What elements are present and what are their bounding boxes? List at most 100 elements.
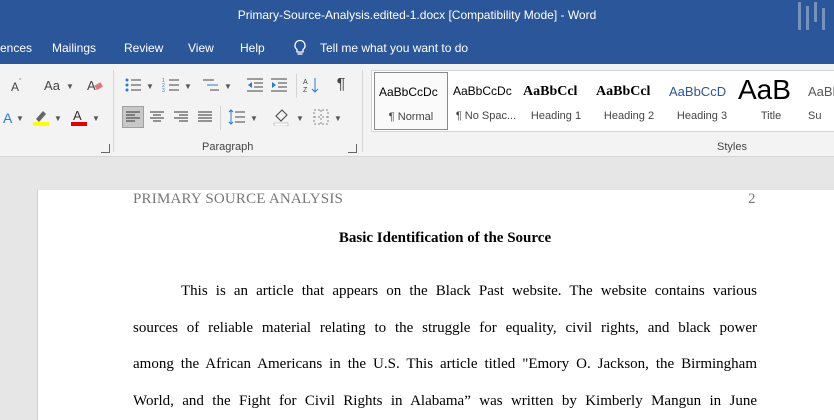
section-heading: Basic Identification of the Source <box>338 230 552 246</box>
paint-bucket-icon <box>273 109 289 126</box>
paragraph-group-label: Paragraph <box>202 141 254 153</box>
align-center-button[interactable] <box>146 106 168 128</box>
numbering-button[interactable]: 123 <box>160 74 182 96</box>
style-name: Heading 1 <box>530 110 582 122</box>
style-name: ¶ Normal <box>388 111 434 123</box>
increase-indent-button[interactable] <box>268 74 290 96</box>
style-name: Heading 2 <box>603 110 655 122</box>
change-case-button[interactable]: Aa <box>38 74 66 96</box>
style-preview: AaBbCcDc <box>379 85 438 99</box>
svg-text:A: A <box>73 108 82 123</box>
tab-review[interactable]: Review <box>124 41 163 55</box>
sort-button[interactable]: AZ <box>300 74 322 96</box>
style-preview: AaB <box>738 74 791 105</box>
style-preview: AaBl <box>808 84 834 99</box>
group-separator <box>296 74 297 98</box>
style-normal[interactable]: AaBbCcDc ¶ Normal <box>374 72 448 130</box>
show-formatting-button[interactable]: ¶ <box>330 74 352 96</box>
body-text-line: World, and the Fight for Civil Rights in… <box>133 393 757 409</box>
line-spacing-icon <box>228 109 245 125</box>
decrease-indent-button[interactable] <box>244 74 266 96</box>
numbered-list-icon: 123 <box>162 78 179 93</box>
font-dialog-launcher-icon[interactable] <box>101 144 110 153</box>
svg-text:Z: Z <box>303 87 308 94</box>
body-text-line: among the African Americans in the U.S. … <box>133 356 757 372</box>
justify-icon <box>198 111 212 122</box>
pilcrow-icon: ¶ <box>336 76 346 93</box>
eraser-icon: A <box>87 78 103 93</box>
chevron-down-icon: ▼ <box>146 82 154 91</box>
style-preview: AaBbCcl <box>596 84 651 99</box>
group-separator <box>362 70 363 152</box>
chevron-down-icon: ▼ <box>224 82 232 91</box>
ribbon-tabs: ences Mailings Review View Help Tell me … <box>0 32 834 64</box>
tab-view[interactable]: View <box>188 41 214 55</box>
shrink-font-button[interactable]: Aˇ <box>6 74 28 96</box>
highlight-color-button[interactable] <box>30 106 52 128</box>
title-bar: Primary-Source-Analysis.edited-1.docx [C… <box>0 0 834 32</box>
tell-me-search[interactable]: Tell me what you want to do <box>320 41 468 55</box>
chevron-down-icon: ▼ <box>296 114 304 123</box>
chevron-down-icon: ▼ <box>16 114 24 123</box>
body-text-line: sources of reliable material relating to… <box>133 320 757 336</box>
style-title[interactable]: AaB Title <box>734 72 808 130</box>
decorative-pattern-icon <box>798 2 825 30</box>
bullet-list-icon <box>125 78 141 92</box>
style-subtitle[interactable]: AaBl Su <box>804 72 834 130</box>
font-color-button[interactable]: A <box>68 106 90 128</box>
body-text-line: This is an article that appears on the B… <box>181 283 757 299</box>
style-name: ¶ No Spac... <box>455 110 517 122</box>
styles-gallery: AaBbCcDc ¶ Normal AaBbCcDc ¶ No Spac... … <box>371 70 834 132</box>
tab-mailings[interactable]: Mailings <box>52 41 96 55</box>
svg-text:A: A <box>11 80 19 93</box>
group-separator <box>113 70 114 152</box>
justify-button[interactable] <box>194 106 216 128</box>
align-right-button[interactable] <box>170 106 192 128</box>
svg-text:A: A <box>303 79 308 86</box>
style-heading-1[interactable]: AaBbCcl Heading 1 <box>519 72 593 130</box>
window-title: Primary-Source-Analysis.edited-1.docx [C… <box>237 8 597 22</box>
document-background <box>0 157 834 190</box>
svg-text:A: A <box>3 110 13 125</box>
tab-references[interactable]: ences <box>0 41 32 55</box>
tab-help[interactable]: Help <box>240 41 265 55</box>
align-left-button[interactable] <box>122 106 144 128</box>
font-color-icon: A <box>71 108 87 126</box>
clear-formatting-button[interactable]: A <box>84 74 106 96</box>
svg-text:ˇ: ˇ <box>19 79 22 86</box>
chevron-down-icon: ▼ <box>54 114 62 123</box>
highlighter-icon <box>33 111 49 126</box>
shading-button[interactable] <box>270 106 292 128</box>
bullets-button[interactable] <box>122 74 144 96</box>
borders-icon <box>313 109 329 125</box>
chevron-down-icon: ▼ <box>66 82 74 91</box>
style-heading-3[interactable]: AaBbCcD Heading 3 <box>665 72 739 130</box>
chevron-down-icon: ▼ <box>184 82 192 91</box>
svg-text:3: 3 <box>162 88 165 93</box>
style-heading-2[interactable]: AaBbCcl Heading 2 <box>592 72 666 130</box>
change-case-label: Aa <box>44 77 60 93</box>
document-page[interactable]: PRIMARY SOURCE ANALYSIS 2 Basic Identifi… <box>37 190 834 420</box>
indent-icon <box>271 78 287 92</box>
style-no-spacing[interactable]: AaBbCcDc ¶ No Spac... <box>449 72 523 130</box>
page-number: 2 <box>748 191 756 207</box>
outdent-icon <box>247 78 263 92</box>
borders-button[interactable] <box>310 106 332 128</box>
align-left-icon <box>126 111 140 122</box>
styles-group-label: Styles <box>717 141 747 153</box>
text-effects-icon: A <box>3 110 13 125</box>
sort-icon: AZ <box>303 78 319 94</box>
style-preview: AaBbCcDc <box>453 84 512 98</box>
paragraph-dialog-launcher-icon[interactable] <box>348 144 357 153</box>
lightbulb-icon[interactable] <box>292 39 308 57</box>
chevron-down-icon: ▼ <box>92 114 100 123</box>
multilevel-list-icon <box>203 79 219 91</box>
chevron-down-icon: ▼ <box>250 114 258 123</box>
multilevel-list-button[interactable] <box>200 74 222 96</box>
style-name: Su <box>808 110 822 122</box>
style-name: Title <box>760 110 782 122</box>
style-preview: AaBbCcD <box>669 84 727 99</box>
style-preview: AaBbCcl <box>523 84 578 99</box>
line-spacing-button[interactable] <box>226 106 248 128</box>
group-separator <box>220 106 221 130</box>
